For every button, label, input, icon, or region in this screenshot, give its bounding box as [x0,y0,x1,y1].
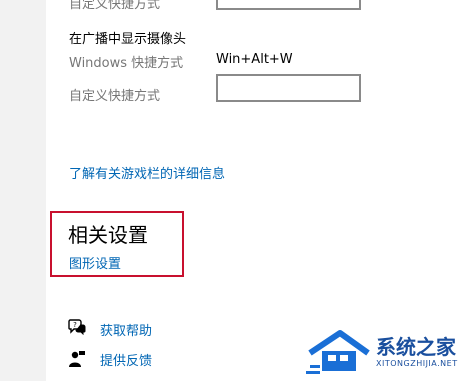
feedback-person-icon [69,351,85,367]
get-help-link[interactable]: 获取帮助 [100,320,152,339]
left-navigation-pane [0,0,46,381]
watermark-logo: 系统之家 XITONGZHIJIA.NET [304,327,464,379]
chat-help-icon: ? [68,319,86,335]
broadcast-camera-heading: 在广播中显示摄像头 [69,32,187,47]
custom-shortcut-input[interactable] [216,74,361,102]
graphics-settings-link[interactable]: 图形设置 [69,253,121,272]
watermark-url: XITONGZHIJIA.NET [376,359,458,368]
windows-shortcut-label: Windows 快捷方式 [69,56,184,71]
house-logo-icon [306,330,370,374]
provide-feedback-link[interactable]: 提供反馈 [100,350,152,369]
prev-custom-shortcut-label: 自定义快捷方式 [69,0,161,12]
prev-custom-shortcut-input[interactable] [216,0,361,10]
windows-shortcut-value: Win+Alt+W [216,52,293,67]
custom-shortcut-label: 自定义快捷方式 [69,89,161,104]
related-settings-title: 相关设置 [68,223,148,247]
learn-more-link[interactable]: 了解有关游戏栏的详细信息 [69,163,225,182]
watermark-brand: 系统之家 [376,335,456,359]
svg-text:?: ? [73,321,77,329]
